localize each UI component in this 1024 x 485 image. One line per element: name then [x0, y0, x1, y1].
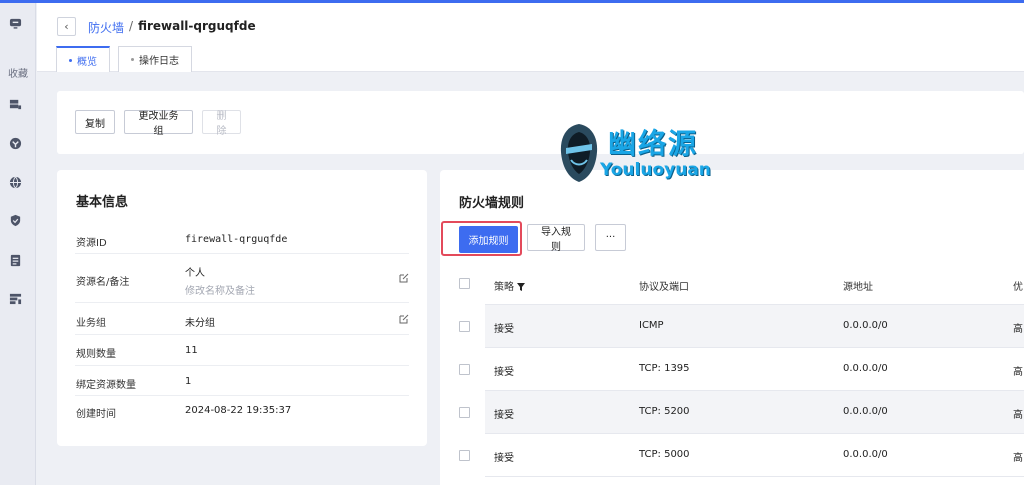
info-row-business-group: 业务组 未分组: [75, 303, 409, 335]
server-icon[interactable]: [9, 98, 22, 111]
table-row[interactable]: 接受 TCP: 5200 0.0.0.0/0 高: [485, 391, 1024, 434]
row-checkbox[interactable]: [459, 450, 470, 461]
breadcrumb-separator: /: [129, 19, 134, 33]
page-header: ‹ 防火墙 / firewall-qrguqfde 概览 操作日志: [37, 3, 1024, 72]
info-label: 创建时间: [76, 409, 116, 420]
table-row[interactable]: 接受 TCP: 1395 0.0.0.0/0 高: [485, 348, 1024, 391]
info-value: 2024-08-22 19:35:37: [185, 405, 292, 416]
form-list-icon[interactable]: [9, 292, 22, 305]
cell-policy: 接受: [494, 324, 514, 335]
tab-overview[interactable]: 概览: [56, 46, 110, 72]
row-checkbox[interactable]: [459, 407, 470, 418]
info-row-bound-count: 绑定资源数量 1: [75, 366, 409, 396]
cell-policy: 接受: [494, 453, 514, 464]
select-all-checkbox[interactable]: [459, 278, 470, 289]
sidebar: 收藏: [0, 3, 36, 485]
basic-info-card: 基本信息 资源ID firewall-qrguqfde 资源名/备注 个人 修改…: [57, 170, 427, 446]
table-row[interactable]: 接受 ICMP 0.0.0.0/0 高: [485, 305, 1024, 348]
cell-priority: 高: [1013, 367, 1023, 378]
cell-source-address: 0.0.0.0/0: [843, 320, 888, 331]
edit-icon[interactable]: [399, 314, 409, 324]
info-value: 未分组: [185, 318, 215, 329]
filter-icon[interactable]: [517, 283, 526, 291]
cell-priority: 高: [1013, 324, 1023, 335]
cell-source-address: 0.0.0.0/0: [843, 363, 888, 374]
monitor-icon[interactable]: [9, 17, 22, 30]
info-label: 规则数量: [76, 349, 116, 360]
tab-dot-icon: [69, 58, 72, 62]
highlight-box: [441, 221, 522, 256]
info-label: 资源名/备注: [76, 277, 130, 288]
tab-label: 概览: [77, 56, 97, 68]
info-value: 1: [185, 376, 192, 387]
watermark: 幽络源 Youluoyuan: [556, 122, 726, 184]
basic-info-title: 基本信息: [76, 195, 129, 210]
globe-icon[interactable]: [9, 176, 22, 189]
watermark-chinese-text: 幽络源: [608, 127, 699, 160]
info-row-name: 资源名/备注 个人 修改名称及备注: [75, 254, 409, 303]
cell-policy: 接受: [494, 367, 514, 378]
row-checkbox[interactable]: [459, 321, 470, 332]
info-row-created-time: 创建时间 2024-08-22 19:35:37: [75, 396, 409, 426]
breadcrumb-parent-link[interactable]: 防火墙: [88, 19, 124, 36]
hooded-figure-logo-icon: [560, 124, 598, 182]
document-icon[interactable]: [9, 254, 22, 267]
info-value: firewall-qrguqfde: [185, 234, 288, 245]
cell-priority: 高: [1013, 453, 1023, 464]
cell-protocol-port: ICMP: [639, 320, 664, 331]
copy-button[interactable]: 复制: [75, 110, 115, 134]
cell-protocol-port: TCP: 5000: [639, 449, 690, 460]
firewall-rules-card: 防火墙规则 添加规则 导入规则 ··· 策略 协议及端口 源地址 优 接受 IC…: [440, 170, 1024, 485]
cell-source-address: 0.0.0.0/0: [843, 406, 888, 417]
shield-icon[interactable]: [9, 214, 22, 227]
info-placeholder: 修改名称及备注: [185, 286, 255, 297]
breadcrumb: 防火墙 / firewall-qrguqfde: [88, 19, 256, 36]
column-header-protocol-port: 协议及端口: [639, 282, 689, 293]
info-value: 11: [185, 345, 198, 356]
info-label: 资源ID: [76, 238, 107, 249]
sidebar-favorites-label[interactable]: 收藏: [4, 65, 32, 80]
column-header-label: 策略: [494, 282, 514, 293]
tab-label: 操作日志: [139, 56, 179, 67]
change-group-button[interactable]: 更改业务组: [124, 110, 193, 137]
info-label: 绑定资源数量: [76, 380, 136, 391]
delete-button[interactable]: 删除: [202, 110, 241, 137]
network-node-icon[interactable]: [9, 137, 22, 150]
edit-icon[interactable]: [399, 273, 409, 283]
cell-policy: 接受: [494, 410, 514, 421]
info-row-resource-id: 资源ID firewall-qrguqfde: [75, 222, 409, 254]
cell-priority: 高: [1013, 410, 1023, 421]
more-actions-button[interactable]: ···: [595, 224, 626, 251]
tab-operation-log[interactable]: 操作日志: [118, 46, 192, 72]
cell-protocol-port: TCP: 1395: [639, 363, 690, 374]
tab-bar: 概览 操作日志: [56, 46, 192, 72]
firewall-rules-title: 防火墙规则: [459, 196, 525, 211]
cell-protocol-port: TCP: 5200: [639, 406, 690, 417]
column-header-priority: 优: [1013, 282, 1023, 293]
table-row[interactable]: 接受 TCP: 5000 0.0.0.0/0 高: [485, 434, 1024, 477]
tab-dot-icon: [131, 58, 134, 61]
info-value: 个人: [185, 268, 205, 279]
watermark-english-text: Youluoyuan: [600, 160, 711, 180]
info-row-rule-count: 规则数量 11: [75, 335, 409, 366]
column-header-policy[interactable]: 策略: [494, 278, 526, 293]
import-rule-button[interactable]: 导入规则: [527, 224, 585, 253]
chevron-left-icon: ‹: [64, 20, 69, 33]
back-button[interactable]: ‹: [57, 17, 76, 36]
info-label: 业务组: [76, 318, 106, 329]
action-bar: 复制 更改业务组 删除: [57, 91, 1024, 154]
row-checkbox[interactable]: [459, 364, 470, 375]
page-title: firewall-qrguqfde: [138, 19, 256, 33]
column-header-source-address: 源地址: [843, 282, 873, 293]
cell-source-address: 0.0.0.0/0: [843, 449, 888, 460]
